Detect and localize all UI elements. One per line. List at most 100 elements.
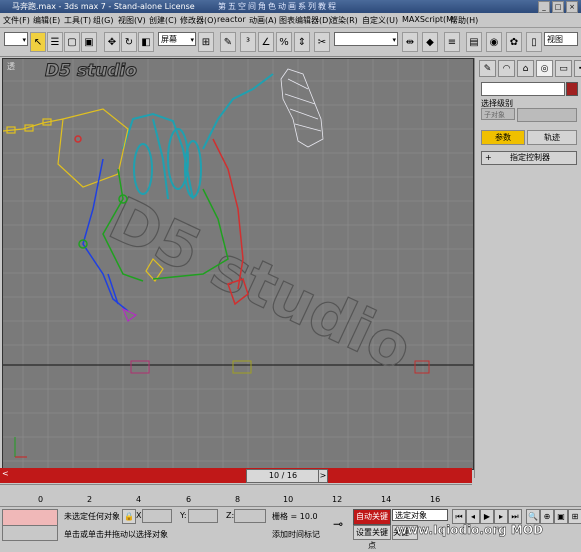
title-bar: 马奔跑.max - 3ds max 7 - Stand-alone Licens… <box>0 0 581 13</box>
display-tab-icon[interactable]: ▭ <box>555 60 572 77</box>
material-editor-icon[interactable]: ◉ <box>486 32 502 52</box>
white-head-wireframe <box>280 68 324 148</box>
scale-icon[interactable]: ◧ <box>138 32 154 52</box>
minimize-button[interactable]: _ <box>538 1 550 13</box>
site-watermark: www.Iqiodio.org MOD <box>396 523 544 538</box>
play-icon[interactable]: ▶ <box>480 509 494 524</box>
menu-create[interactable]: 创建(C) <box>149 15 177 26</box>
mirror-icon[interactable]: ⇹ <box>402 32 418 52</box>
menu-bar: 文件(F) 编辑(E) 工具(T) 组(G) 视图(V) 创建(C) 修改器(O… <box>0 13 581 28</box>
zoom-all-icon[interactable]: ⊕ <box>540 509 554 524</box>
menu-views[interactable]: 视图(V) <box>118 15 146 26</box>
select-object-icon[interactable]: ↖ <box>30 32 46 52</box>
trajectories-tab[interactable]: 轨迹 <box>527 130 577 145</box>
spinner-snap-icon[interactable]: ⇕ <box>294 32 310 52</box>
time-slider-next-arrow[interactable]: > <box>318 469 328 483</box>
menu-maxscript[interactable]: MAXScript(M) <box>402 15 456 24</box>
menu-tools[interactable]: 工具(T) <box>64 15 91 26</box>
sub-object-dropdown[interactable] <box>517 108 577 122</box>
close-button[interactable]: × <box>566 1 578 13</box>
auto-key-button[interactable]: 自动关键点 <box>353 509 391 535</box>
prev-frame-icon[interactable]: ◂ <box>466 509 480 524</box>
track-tick-label: 4 <box>136 495 142 504</box>
time-slider-thumb[interactable]: 10 / 16 <box>246 469 320 483</box>
angle-snap-icon[interactable]: ∠ <box>258 32 274 52</box>
layer-manager-icon[interactable]: ≡ <box>444 32 460 52</box>
render-scene-icon[interactable]: ✿ <box>506 32 522 52</box>
menu-group[interactable]: 组(G) <box>93 15 113 26</box>
parameters-tab[interactable]: 参数 <box>481 130 525 145</box>
maxscript-listener-mini[interactable] <box>2 509 58 526</box>
motion-tab-icon[interactable]: ◎ <box>536 60 553 77</box>
menu-reactor[interactable]: reactor <box>217 15 246 24</box>
time-slider-prev-arrow[interactable]: < <box>2 469 10 481</box>
rect-selection-icon[interactable]: ▢ <box>64 32 80 52</box>
utilities-tab-icon[interactable]: ✚ <box>574 60 581 77</box>
z-coord-field[interactable] <box>234 509 266 523</box>
purple-foot <box>121 307 138 322</box>
ground-marker <box>414 360 430 374</box>
key-selection-dropdown[interactable]: 选定对象 <box>392 509 448 521</box>
main-toolbar: ▾ ↖ ☰ ▢ ▣ ✥ ↻ ◧ 屏幕 ▾ ⊞ ✎ ³ ∠ % ⇕ ✂ ▾ ⇹ ◆ … <box>0 28 581 57</box>
y-coord-field[interactable] <box>188 509 218 523</box>
perspective-viewport[interactable]: D5 studio 透 D5 studio <box>2 58 474 470</box>
menu-graph-editors[interactable]: 图表编辑器(D) <box>279 15 331 26</box>
lock-selection-icon[interactable]: 🔒 <box>122 509 136 524</box>
curve-editor-icon[interactable]: ▤ <box>466 32 482 52</box>
create-tab-icon[interactable]: ✎ <box>479 60 496 77</box>
track-bar[interactable]: 0 2 4 6 8 10 12 14 16 <box>0 484 472 507</box>
pivot-center-icon[interactable]: ⊞ <box>198 32 214 52</box>
menu-help[interactable]: 帮助(H) <box>450 15 478 26</box>
snap-toggle-icon[interactable]: ³ <box>240 32 256 52</box>
x-coord-field[interactable] <box>142 509 172 523</box>
modify-tab-icon[interactable]: ◠ <box>498 60 515 77</box>
object-name-field[interactable] <box>481 82 565 96</box>
axis-tripod-icon <box>14 437 27 458</box>
menu-customize[interactable]: 自定义(U) <box>362 15 398 26</box>
menu-file[interactable]: 文件(F) <box>3 15 30 26</box>
menu-modifiers[interactable]: 修改器(O) <box>180 15 217 26</box>
zoom-extents-all-icon[interactable]: ⊞ <box>568 509 581 524</box>
add-time-tag[interactable]: 添加时间标记 <box>272 529 320 540</box>
d5-studio-logo: D5 studio <box>45 61 138 82</box>
maximize-button[interactable]: □ <box>552 1 564 13</box>
engraved-studio-watermark: D5 studio <box>99 184 422 384</box>
track-tick-label: 10 <box>283 495 294 504</box>
track-tick-label: 6 <box>186 495 192 504</box>
sub-object-button[interactable]: 子对象 <box>481 108 515 120</box>
zoom-extents-icon[interactable]: ▣ <box>554 509 568 524</box>
set-key-button[interactable]: 设置关键点 <box>353 525 391 550</box>
goto-start-icon[interactable]: ⏮ <box>452 509 466 524</box>
window-crossing-icon[interactable]: ▣ <box>81 32 97 52</box>
next-frame-icon[interactable]: ▸ <box>494 509 508 524</box>
move-icon[interactable]: ✥ <box>104 32 120 52</box>
quick-render-icon[interactable]: ▯ <box>526 32 542 52</box>
tutorial-watermark: 第五空间角色动画系列教程 <box>218 2 338 11</box>
percent-snap-icon[interactable]: % <box>276 32 292 52</box>
goto-end-icon[interactable]: ⏭ <box>508 509 522 524</box>
object-color-swatch[interactable] <box>566 82 578 96</box>
select-by-name-icon[interactable]: ☰ <box>47 32 63 52</box>
viewport-label[interactable]: 透 <box>7 61 15 72</box>
render-type-dropdown[interactable]: 视图 <box>544 32 578 46</box>
assign-controller-rollout[interactable]: + 指定控制器 <box>481 151 577 165</box>
z-label: Z: <box>226 511 235 520</box>
maxscript-listener-mini-2[interactable] <box>2 525 58 541</box>
menu-animation[interactable]: 动画(A) <box>249 15 277 26</box>
undo-dropdown[interactable]: ▾ <box>4 32 28 46</box>
prompt-line: 单击或单击并拖动以选择对象 <box>64 530 168 539</box>
hierarchy-tab-icon[interactable]: ⌂ <box>517 60 534 77</box>
select-manipulate-icon[interactable]: ✎ <box>220 32 236 52</box>
zoom-icon[interactable]: 🔍 <box>526 509 540 524</box>
key-icon[interactable]: ⊸ <box>333 517 343 531</box>
time-slider[interactable]: < 10 / 16 > <box>0 468 472 483</box>
named-selection-sets-dropdown[interactable]: ▾ <box>334 32 398 46</box>
menu-edit[interactable]: 编辑(E) <box>33 15 60 26</box>
y-label: Y: <box>180 511 187 520</box>
menu-rendering[interactable]: 渲染(R) <box>330 15 358 26</box>
reference-coord-dropdown[interactable]: 屏幕 ▾ <box>158 32 196 46</box>
align-icon[interactable]: ◆ <box>422 32 438 52</box>
track-tick-label: 8 <box>235 495 241 504</box>
named-selection-icon[interactable]: ✂ <box>314 32 330 52</box>
rotate-icon[interactable]: ↻ <box>121 32 137 52</box>
